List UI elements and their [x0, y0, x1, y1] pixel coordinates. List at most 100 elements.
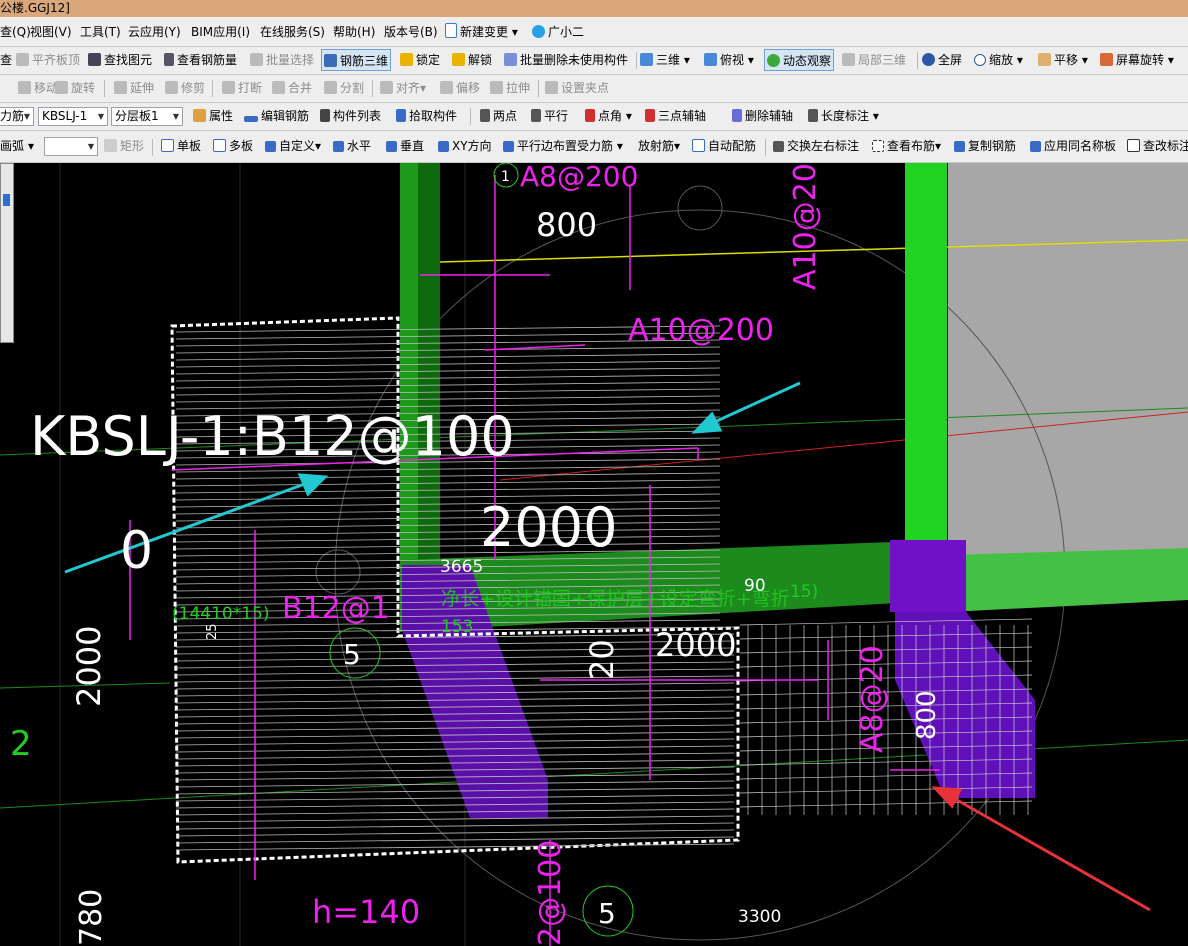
tb-break[interactable]: 打断: [222, 75, 262, 102]
tb-pan[interactable]: 平移 ▾: [1038, 47, 1088, 74]
tb-horizontal[interactable]: 水平: [333, 133, 371, 160]
new-change-button[interactable]: 新建变更 ▾: [445, 19, 518, 46]
green-153-label: 153: [441, 617, 473, 637]
tb-grip-points[interactable]: 设置夹点: [545, 75, 609, 102]
tb-split[interactable]: 分割: [324, 75, 364, 102]
tb-rotate-label: 旋转: [71, 81, 96, 95]
tb-length-dim[interactable]: 长度标注 ▾: [808, 103, 879, 130]
axis-5-bottom: 5: [598, 897, 616, 930]
split-icon: [324, 81, 337, 94]
tb-properties[interactable]: 属性: [193, 103, 233, 130]
gray-slab: [948, 163, 1188, 562]
blank-select[interactable]: ▼: [44, 137, 98, 156]
tb-merge[interactable]: 合并: [272, 75, 312, 102]
tb-trim-label: 修剪: [181, 81, 206, 95]
tb-rotate[interactable]: 旋转: [55, 75, 95, 102]
cad-viewport[interactable]: KBSLJ-1:B12@100 A8@200 800 A10@20 A10@20…: [0, 163, 1188, 946]
menu-tools[interactable]: 工具(T): [80, 19, 121, 46]
menu-bim[interactable]: BIM应用(I): [191, 19, 250, 46]
side-panel[interactable]: [0, 163, 14, 343]
hatch-line: [175, 836, 735, 844]
tb-batch-select[interactable]: 批量选择: [250, 47, 314, 74]
tb-stretch[interactable]: 拉伸: [490, 75, 530, 102]
tb-find-element[interactable]: 查找图元: [88, 47, 152, 74]
hatch-line: [175, 353, 721, 361]
tb-apply-same[interactable]: 应用同名称板: [1030, 133, 1116, 160]
hatch-line: [175, 808, 735, 816]
tb-3d[interactable]: 三维 ▾: [640, 47, 690, 74]
tb-offset[interactable]: 偏移: [440, 75, 480, 102]
tb-component-list[interactable]: 构件列表: [320, 103, 381, 130]
drawing-canvas[interactable]: KBSLJ-1:B12@100 A8@200 800 A10@20 A10@20…: [0, 163, 1188, 946]
tb-auto-rebar[interactable]: 自动配筋: [692, 133, 756, 160]
type-select[interactable]: 力筋 ▼: [0, 107, 34, 126]
green-2-label: 2: [10, 724, 32, 764]
tb-swap-labels[interactable]: 交换左右标注: [773, 133, 859, 160]
tb-radial-label: 放射筋: [638, 139, 675, 153]
tb-xy-direction[interactable]: XY方向: [438, 133, 492, 160]
point-angle-icon: [585, 109, 595, 122]
tb-vertical[interactable]: 垂直: [386, 133, 424, 160]
hatch-line: [175, 787, 735, 795]
tb-unlock[interactable]: 解锁: [452, 47, 492, 74]
tb-view-layout[interactable]: 查看布筋▾: [872, 133, 941, 160]
layer-select[interactable]: 分层板1 ▼: [111, 107, 183, 126]
tb-view-rebar[interactable]: 查看钢筋量: [164, 47, 237, 74]
tb-rectangle-label: 矩形: [120, 139, 145, 153]
tb-screen-rotate[interactable]: 屏幕旋转 ▾: [1100, 47, 1174, 74]
separator: [765, 139, 766, 156]
tb-pick-component[interactable]: 拾取构件: [396, 103, 457, 130]
tb-copy-rebar-label: 复制钢筋: [968, 139, 1017, 153]
tb-rebar-3d[interactable]: 钢筋三维: [321, 49, 392, 71]
tb-zoom[interactable]: 缩放 ▾: [974, 47, 1023, 74]
separator: [538, 80, 539, 97]
separator: [470, 108, 471, 125]
tb-parallel[interactable]: 平行: [531, 103, 568, 130]
tb-local-3d[interactable]: 局部三维: [842, 47, 906, 74]
tb-extend[interactable]: 延伸: [114, 75, 154, 102]
tb-flush-top[interactable]: 平齐板顶: [16, 47, 80, 74]
tb-fullscreen[interactable]: 全屏: [922, 47, 962, 74]
separator: [104, 80, 105, 97]
dim-20-vertical: 20: [583, 639, 621, 680]
rebar-icon: [164, 53, 174, 66]
component-select[interactable]: KBSLJ-1 ▼: [38, 107, 108, 126]
menu-online[interactable]: 在线服务(S): [260, 19, 325, 46]
tb-three-point-axis[interactable]: 三点辅轴: [645, 103, 706, 130]
menu-help[interactable]: 帮助(H): [333, 19, 375, 46]
menu-version[interactable]: 版本号(B): [384, 19, 438, 46]
tb-move[interactable]: 移动: [18, 75, 58, 102]
tb-rectangle[interactable]: 矩形: [104, 133, 144, 160]
tb-copy-rebar[interactable]: 复制钢筋: [954, 133, 1016, 160]
menu-cloud[interactable]: 云应用(Y): [128, 19, 181, 46]
tb-multi-slab[interactable]: 多板: [213, 133, 253, 160]
tb-trim[interactable]: 修剪: [165, 75, 205, 102]
tb-single-slab[interactable]: 单板: [161, 133, 201, 160]
tb-parallel-edge[interactable]: 平行边布置受力筋 ▾: [503, 133, 623, 160]
assistant-button[interactable]: 广小二: [532, 19, 584, 46]
tb-query[interactable]: 查: [0, 47, 12, 74]
tb-flush-top-label: 平齐板顶: [32, 53, 81, 67]
tb-two-points[interactable]: 两点: [480, 103, 517, 130]
custom-icon: [265, 141, 276, 152]
hatch-line: [175, 395, 721, 403]
tb-custom[interactable]: 自定义▾: [265, 133, 321, 160]
menu-view[interactable]: 视图(V): [30, 19, 72, 46]
tb-batch-delete[interactable]: 批量删除未使用构件: [504, 47, 628, 74]
dropdown-arrow-icon[interactable]: ▾: [28, 133, 34, 160]
rotate-screen-icon: [1100, 53, 1113, 66]
rotate-icon: [55, 81, 68, 94]
tb-lock[interactable]: 锁定: [400, 47, 440, 74]
menu-query[interactable]: 查(Q): [0, 19, 31, 46]
tb-orbit[interactable]: 动态观察: [764, 49, 835, 71]
tb-delete-axis[interactable]: 删除辅轴: [732, 103, 793, 130]
tb-top-view[interactable]: 俯视 ▾: [704, 47, 754, 74]
tb-align[interactable]: 对齐▾: [380, 75, 426, 102]
tb-radial[interactable]: 放射筋▾: [638, 133, 680, 160]
parallel-icon: [531, 109, 541, 122]
orbit-handle-top: [677, 185, 723, 231]
tb-edit-rebar[interactable]: 编辑钢筋: [244, 103, 309, 130]
tb-edit-label[interactable]: 查改标注: [1127, 133, 1188, 160]
tb-parallel-edge-label: 平行边布置受力筋: [517, 139, 614, 153]
tb-point-angle[interactable]: 点角 ▾: [585, 103, 632, 130]
